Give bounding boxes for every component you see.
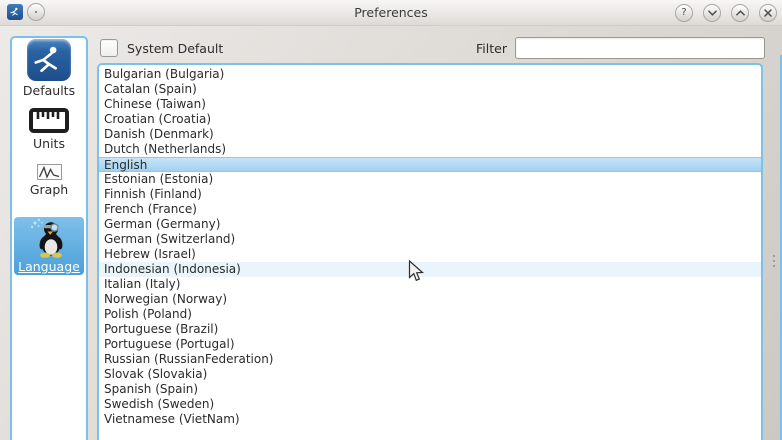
close-icon (764, 9, 772, 17)
sidebar-item-label: Units (33, 136, 65, 151)
help-button[interactable]: ? (675, 4, 693, 22)
list-item[interactable]: German (Germany) (99, 217, 761, 232)
list-item[interactable]: Spanish (Spain) (99, 382, 761, 397)
unshade-button[interactable] (731, 4, 749, 22)
window-title: Preferences (0, 0, 782, 25)
sidebar-item-units[interactable]: Units (13, 107, 85, 151)
list-item[interactable]: Polish (Poland) (99, 307, 761, 322)
ruler-icon (28, 107, 70, 134)
sidebar-item-label: Language (18, 259, 80, 274)
language-list[interactable]: Bulgarian (Bulgaria)Catalan (Spain)Chine… (97, 63, 763, 440)
list-item[interactable]: Indonesian (Indonesia) (99, 262, 761, 277)
system-default-label: System Default (127, 41, 223, 56)
sidebar-item-defaults[interactable]: Defaults (13, 39, 85, 98)
question-mark-icon: ? (681, 8, 686, 18)
filter-input[interactable] (515, 37, 765, 59)
system-default-option: System Default (100, 39, 223, 57)
shade-button[interactable] (703, 4, 721, 22)
chevron-down-icon (708, 10, 717, 16)
titlebar-buttons: ? (675, 4, 777, 22)
dive-profile-icon (37, 164, 62, 180)
list-item[interactable]: Portuguese (Portugal) (99, 337, 761, 352)
preferences-category-list: Defaults Units Graph (10, 36, 88, 440)
list-item[interactable]: Italian (Italy) (99, 277, 761, 292)
list-item[interactable]: Estonian (Estonia) (99, 172, 761, 187)
filter-row: Filter (476, 37, 765, 59)
list-item[interactable]: Bulgarian (Bulgaria) (99, 67, 761, 82)
list-item[interactable]: Slovak (Slovakia) (99, 367, 761, 382)
sidebar-item-label: Graph (30, 182, 68, 197)
sidebar-item-graph[interactable]: Graph (13, 164, 85, 197)
list-item[interactable]: French (France) (99, 202, 761, 217)
filter-label: Filter (476, 41, 507, 56)
list-item[interactable]: Danish (Denmark) (99, 127, 761, 142)
list-item[interactable]: Portuguese (Brazil) (99, 322, 761, 337)
list-item[interactable]: English (99, 157, 761, 172)
list-item[interactable]: Chinese (Taiwan) (99, 97, 761, 112)
list-item[interactable]: Norwegian (Norway) (99, 292, 761, 307)
close-button[interactable] (759, 4, 777, 22)
diver-icon (27, 39, 71, 81)
tux-penguin-icon (29, 217, 69, 259)
list-item[interactable]: Swedish (Sweden) (99, 397, 761, 412)
preferences-window: Preferences ? (0, 0, 782, 440)
list-item[interactable]: Hebrew (Israel) (99, 247, 761, 262)
list-item[interactable]: Russian (RussianFederation) (99, 352, 761, 367)
list-item[interactable]: Catalan (Spain) (99, 82, 761, 97)
list-item[interactable]: Finnish (Finland) (99, 187, 761, 202)
list-item[interactable]: Dutch (Netherlands) (99, 142, 761, 157)
titlebar[interactable]: Preferences ? (0, 0, 782, 26)
chevron-up-icon (736, 10, 745, 16)
list-item[interactable]: German (Switzerland) (99, 232, 761, 247)
list-item[interactable]: Croatian (Croatia) (99, 112, 761, 127)
splitter-handle[interactable] (772, 252, 775, 270)
sidebar-item-language[interactable]: Language (14, 217, 84, 275)
system-default-checkbox[interactable] (100, 39, 118, 57)
sidebar-item-label: Defaults (23, 83, 75, 98)
list-item[interactable]: Vietnamese (VietNam) (99, 412, 761, 427)
